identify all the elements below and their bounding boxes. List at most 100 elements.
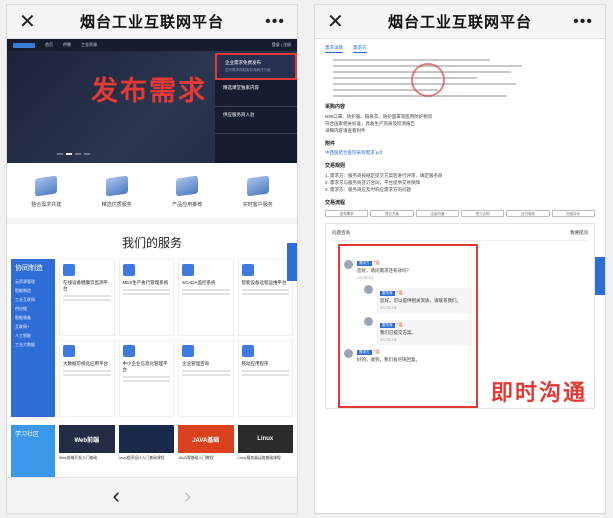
panel-item-title: 企业需求免费发布 (225, 60, 261, 65)
flow-step: 洽谈沟通 (415, 210, 459, 217)
service-icon (182, 264, 194, 276)
panel-item-provider[interactable]: 供应服务商入驻 (215, 107, 297, 134)
chat-message: 需求方 *远 您好，请问需求还有效吗？ 2020年3月 (344, 260, 472, 281)
phone-screen-demand-detail: ✕ 烟台工业互联网平台 ••• 需求详情 需求方 采购内容 N95口罩、防护服、… (314, 4, 606, 514)
message-text: 我们已提交方案。 (380, 330, 416, 335)
feature-item[interactable]: 实时客户服务 (228, 175, 288, 208)
more-icon[interactable]: ••• (263, 13, 285, 31)
course-cover (118, 425, 174, 453)
carousel-dot[interactable] (84, 153, 90, 155)
service-icon (122, 264, 135, 276)
carousel-dot[interactable] (57, 153, 63, 155)
sender-name: 需求方 *远 (357, 260, 472, 266)
feature-item[interactable]: 产品应用推荐 (157, 175, 217, 208)
browser-nav-bar: ‹ › (7, 477, 297, 513)
service-card[interactable]: 企业管理咨询 (178, 340, 234, 417)
sidebar-item[interactable]: 智能装备 (15, 315, 51, 321)
consult-title: 问题咨询 (332, 230, 350, 235)
close-icon[interactable]: ✕ (327, 9, 349, 34)
section-text: 2. 需求方与服务商签订合同，平台提供交易保障 (325, 180, 421, 185)
close-icon[interactable]: ✕ (19, 9, 41, 34)
feature-item[interactable]: 精选优质服务 (87, 175, 147, 208)
services-grid: 在线设备健康云监测平台 MES生产执行管理系统 SCADA监控系统 智能设备远程… (59, 259, 293, 417)
service-card[interactable]: 移动应用程序 (237, 340, 293, 417)
login-link[interactable]: 登录 | 注册 (272, 42, 291, 48)
flow-step: 完成评价 (551, 210, 595, 217)
service-icon (182, 345, 194, 357)
service-card[interactable]: 智能设备远程运维平台 (237, 259, 293, 336)
message-text: 好的，收到，我们会尽快回复。 (357, 357, 420, 362)
site-logo (13, 42, 35, 48)
service-card[interactable]: MES生产执行管理系统 (118, 259, 174, 336)
titlebar: ✕ 烟台工业互联网平台 ••• (7, 5, 297, 39)
course-cover: Linux (237, 425, 293, 453)
floating-service-tab[interactable] (287, 243, 297, 281)
service-card[interactable]: SCADA监控系统 (178, 259, 234, 336)
feature-item[interactable]: 整合需求共建 (16, 175, 76, 208)
panel-item-publish[interactable]: 企业需求免费发布 发布需求获取服务商解决方案 (215, 53, 297, 80)
course-title: Web前端开发入门基础 (59, 456, 98, 460)
course-card[interactable]: Web前端 Web前端开发入门基础 (59, 425, 115, 483)
feature-row: 整合需求共建 精选优质服务 产品应用推荐 实时客户服务 (7, 163, 297, 224)
sidebar-item[interactable]: 工业大数据 (15, 342, 51, 348)
sidebar-item[interactable]: 互联网+ (15, 324, 51, 330)
sender-name: 服务商 *远 (380, 322, 469, 328)
service-title: SCADA监控系统 (182, 280, 216, 285)
chat-thread[interactable]: 需求方 *远 您好，请问需求还有效吗？ 2020年3月 服务商 *远 您好，可以提供… (338, 244, 478, 408)
trade-flow: 发布需求 提交方案 洽谈沟通 签订合同 交付验收 完成评价 (325, 210, 595, 217)
panel-item-sub: 发布需求获取服务商解决方案 (225, 68, 271, 72)
hero-banner: 首页 供需 工业资源 登录 | 注册 发布需求 企业需求免费发布 发布需求获取服… (7, 39, 297, 163)
sidebar-item[interactable]: 智能制造 (15, 288, 51, 294)
feature-label: 精选优质服务 (101, 202, 132, 208)
course-card[interactable]: Java程序设计入门基础课程 (118, 425, 174, 483)
official-seal (411, 63, 445, 97)
publish-demand-label: 发布需求 (91, 76, 207, 106)
nav-item[interactable]: 供需 (63, 42, 71, 48)
sidebar-item[interactable]: 工业互联网 (15, 297, 51, 303)
cube-icon (246, 175, 269, 197)
demand-detail: 需求详情 需求方 采购内容 N95口罩、防护服、隔离衣、防护面罩等医用防护物资 … (315, 39, 605, 415)
sidebar-item[interactable]: 供应链 (15, 306, 51, 312)
sidebar-item[interactable]: 人工智能 (15, 333, 51, 339)
more-icon[interactable]: ••• (571, 13, 593, 31)
course-card[interactable]: Linux Linux服务器运维基础课程 (237, 425, 293, 483)
nav-item[interactable]: 工业资源 (81, 42, 97, 48)
service-card[interactable]: 大数据可视化应用平台 (59, 340, 115, 417)
course-card[interactable]: JAVA基础 JAVA零基础入门教程 (178, 425, 234, 483)
flow-step: 提交方案 (370, 210, 414, 217)
floating-service-tab[interactable] (595, 257, 605, 295)
nav-item[interactable]: 首页 (45, 42, 53, 48)
message-text: 您好，请问需求还有效吗？ (357, 268, 411, 273)
service-title: 企业管理咨询 (182, 361, 209, 366)
avatar (364, 285, 373, 294)
section-text: N95口罩、防护服、隔离衣、防护面罩等医用防护物资 (325, 114, 433, 119)
service-card[interactable]: 中小企业信息化管理平台 (118, 340, 174, 417)
back-arrow-icon[interactable]: ‹ (113, 483, 120, 509)
chat-reply: 服务商 *远 我们已提交方案。 2020年3月 (364, 317, 472, 345)
panel-item-course[interactable]: 精选课堂独家内容 (215, 80, 297, 107)
forward-arrow-icon[interactable]: › (184, 483, 191, 509)
role-tag: 需求方 (357, 261, 372, 266)
tab-detail[interactable]: 需求详情 (325, 45, 343, 53)
consult-header: 问题咨询 我要提问 (332, 230, 588, 241)
attachment-link[interactable]: 中西医结合医院采购需求.pdf (325, 150, 595, 156)
tab-demander[interactable]: 需求方 (353, 45, 367, 53)
services-title: 我们的服务 (121, 236, 182, 250)
sidebar-item[interactable]: 云资源管理 (15, 279, 51, 285)
message-time: 2020年3月 (357, 276, 374, 280)
carousel-dot-active[interactable] (66, 153, 72, 155)
site-nav: 首页 供需 工业资源 登录 | 注册 (7, 39, 297, 51)
flow-step: 发布需求 (325, 210, 369, 217)
services-section: 协同制造 云资源管理 智能制造 工业互联网 供应链 智能装备 互联网+ 人工智能… (7, 259, 297, 417)
ask-question-link[interactable]: 我要提问 (570, 230, 588, 236)
flow-step: 交付验收 (506, 210, 550, 217)
detail-tabs: 需求详情 需求方 (325, 45, 595, 53)
carousel-dots[interactable] (57, 153, 90, 155)
section-heading: 附件 (325, 141, 336, 147)
service-title: 移动应用程序 (241, 361, 269, 366)
cube-icon (176, 175, 199, 197)
feature-label: 产品应用推荐 (172, 202, 203, 208)
carousel-dot[interactable] (75, 153, 81, 155)
service-icon (122, 345, 135, 357)
service-card[interactable]: 在线设备健康云监测平台 (59, 259, 115, 336)
